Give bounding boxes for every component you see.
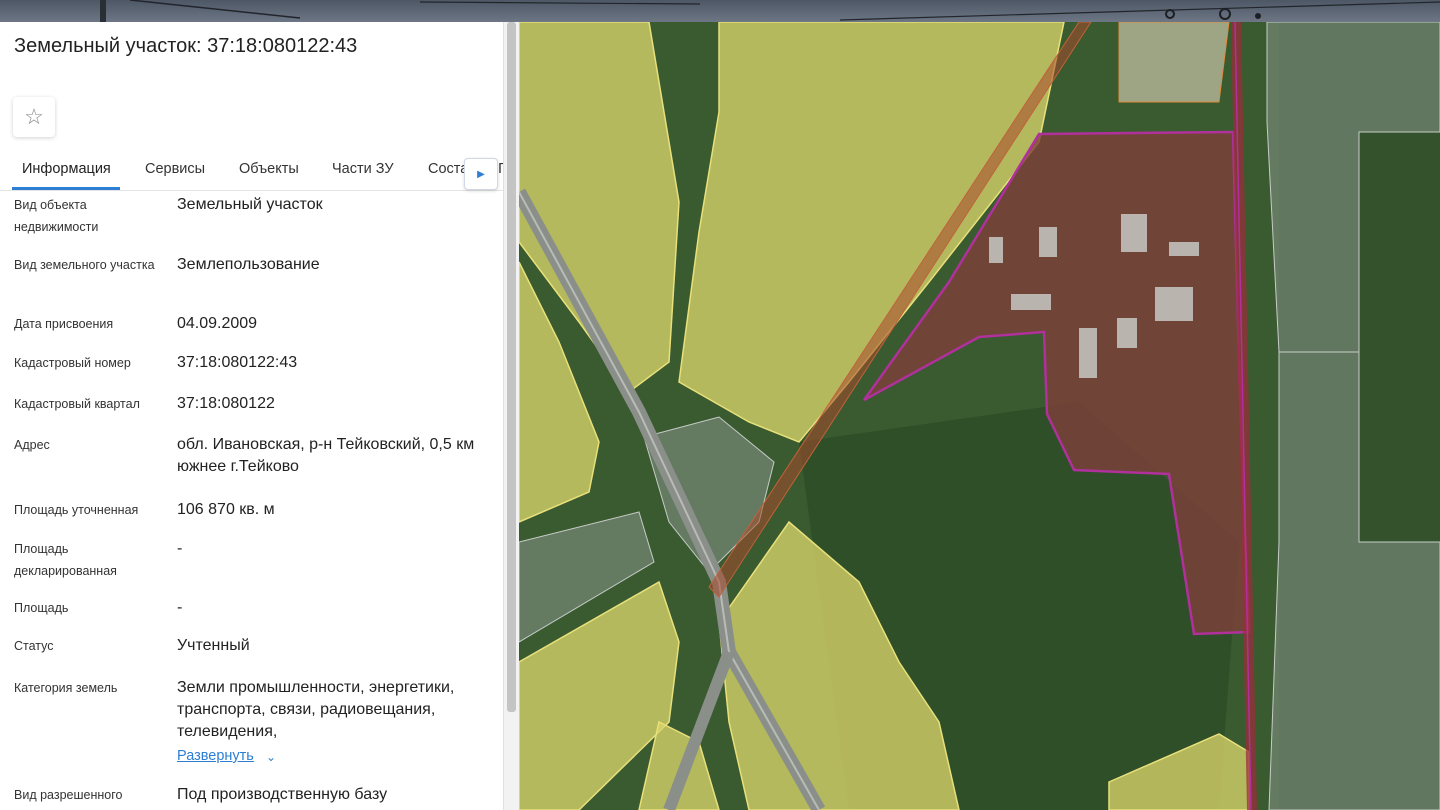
- expand-link[interactable]: Развернуть: [177, 748, 254, 764]
- chevron-down-icon[interactable]: ⌄: [266, 750, 276, 764]
- tab-information[interactable]: Информация: [22, 161, 111, 177]
- tab-services[interactable]: Сервисы: [145, 161, 205, 177]
- field-label: Кадастровый квартал: [14, 397, 140, 411]
- field-value: Земли промышленности, энергетики, трансп…: [177, 679, 455, 740]
- field-label: Вид разрешенного: [14, 788, 123, 802]
- active-tab-indicator: [12, 187, 120, 190]
- field-label: Вид объекта недвижимости: [14, 198, 99, 234]
- field-label: Статус: [14, 639, 54, 653]
- field-value: обл. Ивановская, р-н Тейковский, 0,5 км …: [177, 436, 475, 475]
- field-value: Земельный участок: [177, 196, 323, 213]
- object-info-panel: Земельный участок: 37:18:080122:43 ☆ Инф…: [0, 22, 503, 810]
- field-value: -: [177, 540, 183, 557]
- field-value: 04.09.2009: [177, 315, 258, 332]
- tab-objects[interactable]: Объекты: [239, 161, 299, 177]
- field-value: -: [177, 599, 183, 616]
- industrial-area: [1118, 22, 1230, 103]
- satellite-map[interactable]: [519, 22, 1440, 810]
- window-top-strip: [0, 0, 1440, 22]
- tabs-scroll-right-button[interactable]: ▶: [464, 158, 498, 190]
- field-value: 37:18:080122:43: [177, 354, 298, 371]
- field-label: Площадь: [14, 601, 69, 615]
- map-view[interactable]: [519, 22, 1440, 810]
- field-label: Площадь декларированная: [14, 542, 117, 578]
- triangle-right-icon: ▶: [477, 168, 485, 180]
- field-value: Под производственную базу: [177, 786, 388, 803]
- field-label: Площадь уточненная: [14, 503, 139, 517]
- star-icon: ☆: [24, 104, 44, 129]
- field-value: Землепользование: [177, 256, 320, 273]
- panel-scrollbar[interactable]: [503, 22, 520, 810]
- field-label: Дата присвоения: [14, 317, 114, 331]
- page-title: Земельный участок: 37:18:080122:43: [14, 35, 358, 57]
- scrollbar-thumb[interactable]: [507, 22, 516, 712]
- top-strip-graphics: [100, 0, 1440, 22]
- field-label: Категория земель: [14, 681, 118, 695]
- tab-parts[interactable]: Части ЗУ: [332, 161, 394, 177]
- field-label: Вид земельного участка: [14, 258, 155, 272]
- favorite-button[interactable]: ☆: [13, 97, 55, 137]
- field-label: Кадастровый номер: [14, 356, 131, 370]
- field-value: 106 870 кв. м: [177, 501, 275, 518]
- field-label: Адрес: [14, 438, 50, 452]
- tab-bar: Информация Сервисы Объекты Части ЗУ Сост…: [0, 148, 503, 191]
- field-value: Учтенный: [177, 637, 250, 654]
- field-value: 37:18:080122: [177, 395, 275, 412]
